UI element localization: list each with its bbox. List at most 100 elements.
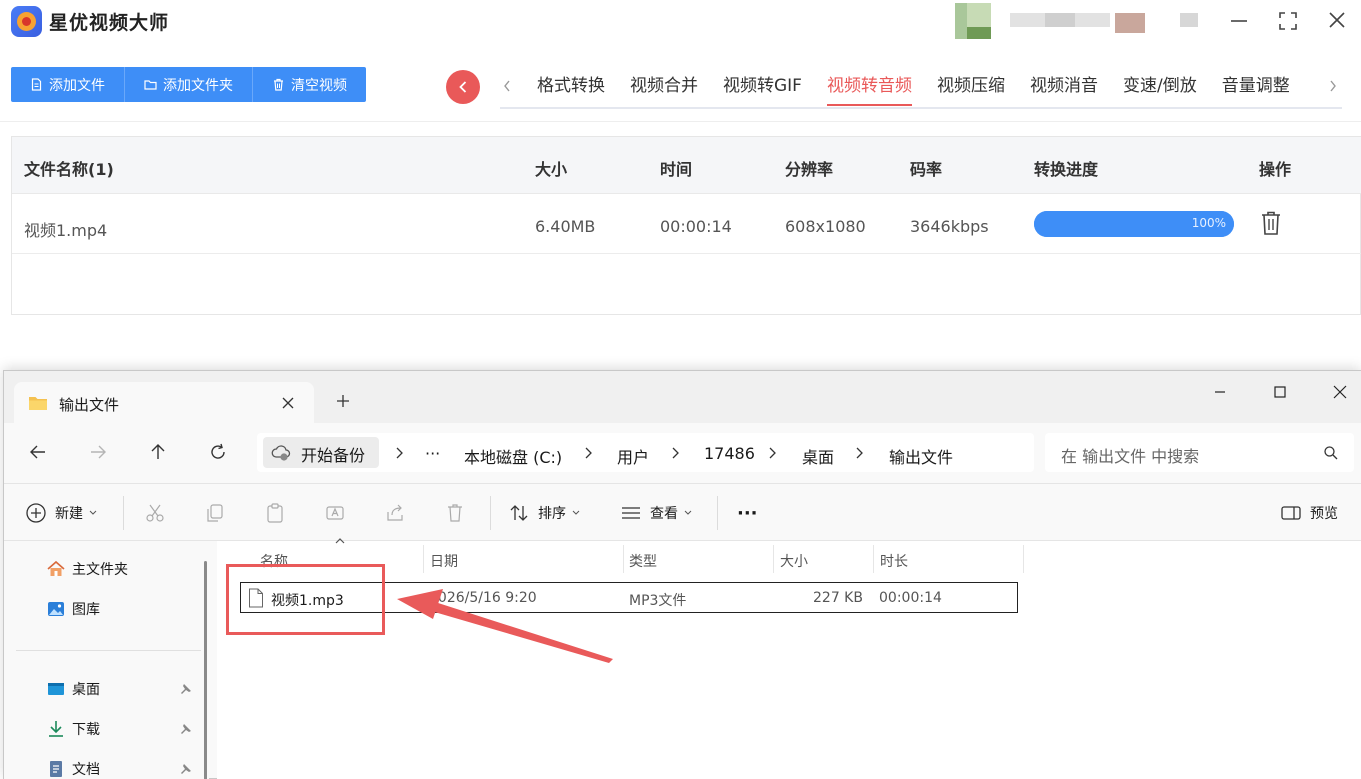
close-icon[interactable] bbox=[1330, 382, 1350, 402]
tab-item[interactable]: 视频合并 bbox=[630, 72, 698, 106]
breadcrumb-item: 开始备份 bbox=[301, 446, 366, 465]
folder-icon bbox=[29, 397, 47, 410]
column-header-type[interactable]: 类型 bbox=[629, 551, 657, 571]
file-date: 2026/5/16 9:20 bbox=[429, 590, 537, 606]
breadcrumb-item[interactable]: 本地磁盘 (C:) bbox=[464, 444, 562, 468]
user-avatar-blurred[interactable] bbox=[955, 3, 1205, 39]
video-list-table: 文件名称(1) 大小 时间 分辨率 码率 转换进度 操作 视频1.mp4 6.4… bbox=[11, 136, 1361, 315]
address-bar[interactable]: 开始备份 ··· 本地磁盘 (C:) 用户 17486 桌面 输出文件 bbox=[257, 433, 1034, 472]
col-action: 操作 bbox=[1259, 160, 1292, 179]
tab-item[interactable]: 音量调整 bbox=[1222, 72, 1290, 106]
row-divider bbox=[12, 253, 1361, 254]
tab-item[interactable]: 视频转音频 bbox=[826, 72, 912, 106]
pin-icon[interactable] bbox=[179, 722, 193, 736]
preview-button[interactable]: 预览 bbox=[1280, 502, 1338, 524]
tab-scroll-left-icon[interactable] bbox=[500, 76, 514, 96]
explorer-tab[interactable]: 输出文件 bbox=[14, 382, 314, 423]
nav-scrollbar[interactable] bbox=[204, 561, 207, 779]
new-tab-icon[interactable] bbox=[335, 393, 351, 409]
tab-scroll-right-icon[interactable] bbox=[1326, 76, 1340, 96]
search-input[interactable]: 在 输出文件 中搜索 bbox=[1045, 433, 1354, 472]
pin-icon[interactable] bbox=[179, 762, 193, 776]
clear-videos-button[interactable]: 清空视频 bbox=[253, 67, 366, 102]
nav-item-documents[interactable]: 文档 bbox=[46, 757, 100, 779]
nav-item-downloads[interactable]: 下载 bbox=[46, 717, 100, 741]
file-list: 名称 日期 类型 大小 时长 视频1.mp3 2026/5/16 9:20 MP… bbox=[217, 538, 1361, 779]
maximize-icon[interactable] bbox=[1270, 382, 1290, 402]
col-name: 文件名称(1) bbox=[24, 160, 114, 179]
breadcrumb-item[interactable]: 用户 bbox=[617, 444, 649, 468]
download-icon bbox=[49, 721, 63, 737]
nav-label: 主文件夹 bbox=[72, 562, 128, 578]
add-folder-button[interactable]: 添加文件夹 bbox=[125, 67, 253, 102]
collapse-button[interactable] bbox=[446, 70, 480, 104]
app-title: 星优视频大师 bbox=[49, 12, 170, 34]
tab-item[interactable]: 视频压缩 bbox=[937, 72, 1005, 106]
up-arrow-icon[interactable] bbox=[148, 442, 168, 462]
cut-icon[interactable] bbox=[144, 502, 166, 524]
close-icon[interactable] bbox=[1323, 8, 1351, 34]
column-header-date[interactable]: 日期 bbox=[430, 551, 458, 571]
col-size: 大小 bbox=[535, 160, 568, 179]
trash-icon[interactable] bbox=[444, 502, 466, 524]
app-logo-icon bbox=[11, 6, 42, 37]
column-header-name[interactable]: 名称 bbox=[260, 551, 288, 571]
add-file-button[interactable]: 添加文件 bbox=[11, 67, 125, 102]
tab-item[interactable]: 视频消音 bbox=[1030, 72, 1098, 106]
file-row[interactable]: 视频1.mp3 2026/5/16 9:20 MP3文件 227 KB 00:0… bbox=[240, 582, 1018, 613]
pin-icon[interactable] bbox=[179, 682, 193, 696]
column-divider[interactable] bbox=[423, 545, 424, 573]
breadcrumb-more[interactable]: ··· bbox=[425, 444, 440, 463]
delete-icon[interactable] bbox=[1259, 210, 1283, 236]
new-button[interactable]: 新建 bbox=[25, 502, 97, 524]
tabs-underline bbox=[500, 107, 1342, 109]
refresh-icon[interactable] bbox=[208, 442, 228, 462]
tab-item[interactable]: 变速/倒放 bbox=[1123, 72, 1197, 106]
close-tab-icon[interactable] bbox=[280, 395, 296, 411]
column-divider[interactable] bbox=[623, 545, 624, 573]
share-icon[interactable] bbox=[384, 502, 406, 524]
column-divider[interactable] bbox=[873, 545, 874, 573]
paste-icon[interactable] bbox=[264, 502, 286, 524]
breadcrumb-item[interactable]: 17486 bbox=[704, 444, 755, 463]
row-time: 00:00:14 bbox=[660, 217, 732, 236]
col-progress: 转换进度 bbox=[1034, 160, 1099, 179]
command-divider bbox=[123, 496, 124, 530]
document-icon bbox=[50, 761, 62, 777]
conversion-progress-bar: 100% bbox=[1034, 211, 1234, 237]
file-type: MP3文件 bbox=[629, 593, 687, 609]
chevron-down-icon bbox=[89, 510, 97, 515]
sort-button[interactable]: 排序 bbox=[508, 502, 580, 524]
chevron-right-icon bbox=[769, 447, 776, 459]
nav-item-gallery[interactable]: 图库 bbox=[46, 597, 100, 621]
sort-up-caret-icon bbox=[335, 538, 345, 544]
back-arrow-icon[interactable] bbox=[28, 442, 48, 462]
nav-item-home[interactable]: 主文件夹 bbox=[46, 557, 128, 581]
more-options-button[interactable]: ··· bbox=[737, 502, 758, 524]
tab-item[interactable]: 格式转换 bbox=[537, 72, 605, 106]
minimize-icon[interactable] bbox=[1210, 382, 1230, 402]
nav-label: 下载 bbox=[72, 722, 100, 738]
tab-item[interactable]: 视频转GIF bbox=[723, 72, 802, 106]
column-divider[interactable] bbox=[1023, 545, 1024, 573]
table-header: 文件名称(1) 大小 时间 分辨率 码率 转换进度 操作 bbox=[12, 137, 1361, 194]
column-header-size[interactable]: 大小 bbox=[780, 551, 808, 571]
explorer-tab-bar: 输出文件 bbox=[4, 371, 1361, 423]
add-folder-label: 添加文件夹 bbox=[163, 77, 233, 94]
nav-item-desktop[interactable]: 桌面 bbox=[46, 677, 100, 701]
file-size: 227 KB bbox=[813, 590, 863, 606]
maximize-icon[interactable] bbox=[1274, 8, 1302, 34]
forward-arrow-icon[interactable] bbox=[88, 442, 108, 462]
column-divider[interactable] bbox=[773, 545, 774, 573]
breadcrumb-item[interactable]: 输出文件 bbox=[889, 444, 953, 468]
rename-icon[interactable] bbox=[324, 502, 346, 524]
minimize-icon[interactable] bbox=[1225, 8, 1253, 34]
breadcrumb-item[interactable]: 桌面 bbox=[802, 444, 834, 468]
copy-icon[interactable] bbox=[204, 502, 226, 524]
column-header-duration[interactable]: 时长 bbox=[880, 551, 908, 571]
breadcrumb-backup[interactable]: 开始备份 bbox=[263, 437, 379, 468]
desktop-icon bbox=[48, 683, 64, 695]
col-resolution: 分辨率 bbox=[785, 160, 834, 179]
view-button[interactable]: 查看 bbox=[620, 502, 692, 524]
preview-pane-icon bbox=[1281, 506, 1301, 520]
